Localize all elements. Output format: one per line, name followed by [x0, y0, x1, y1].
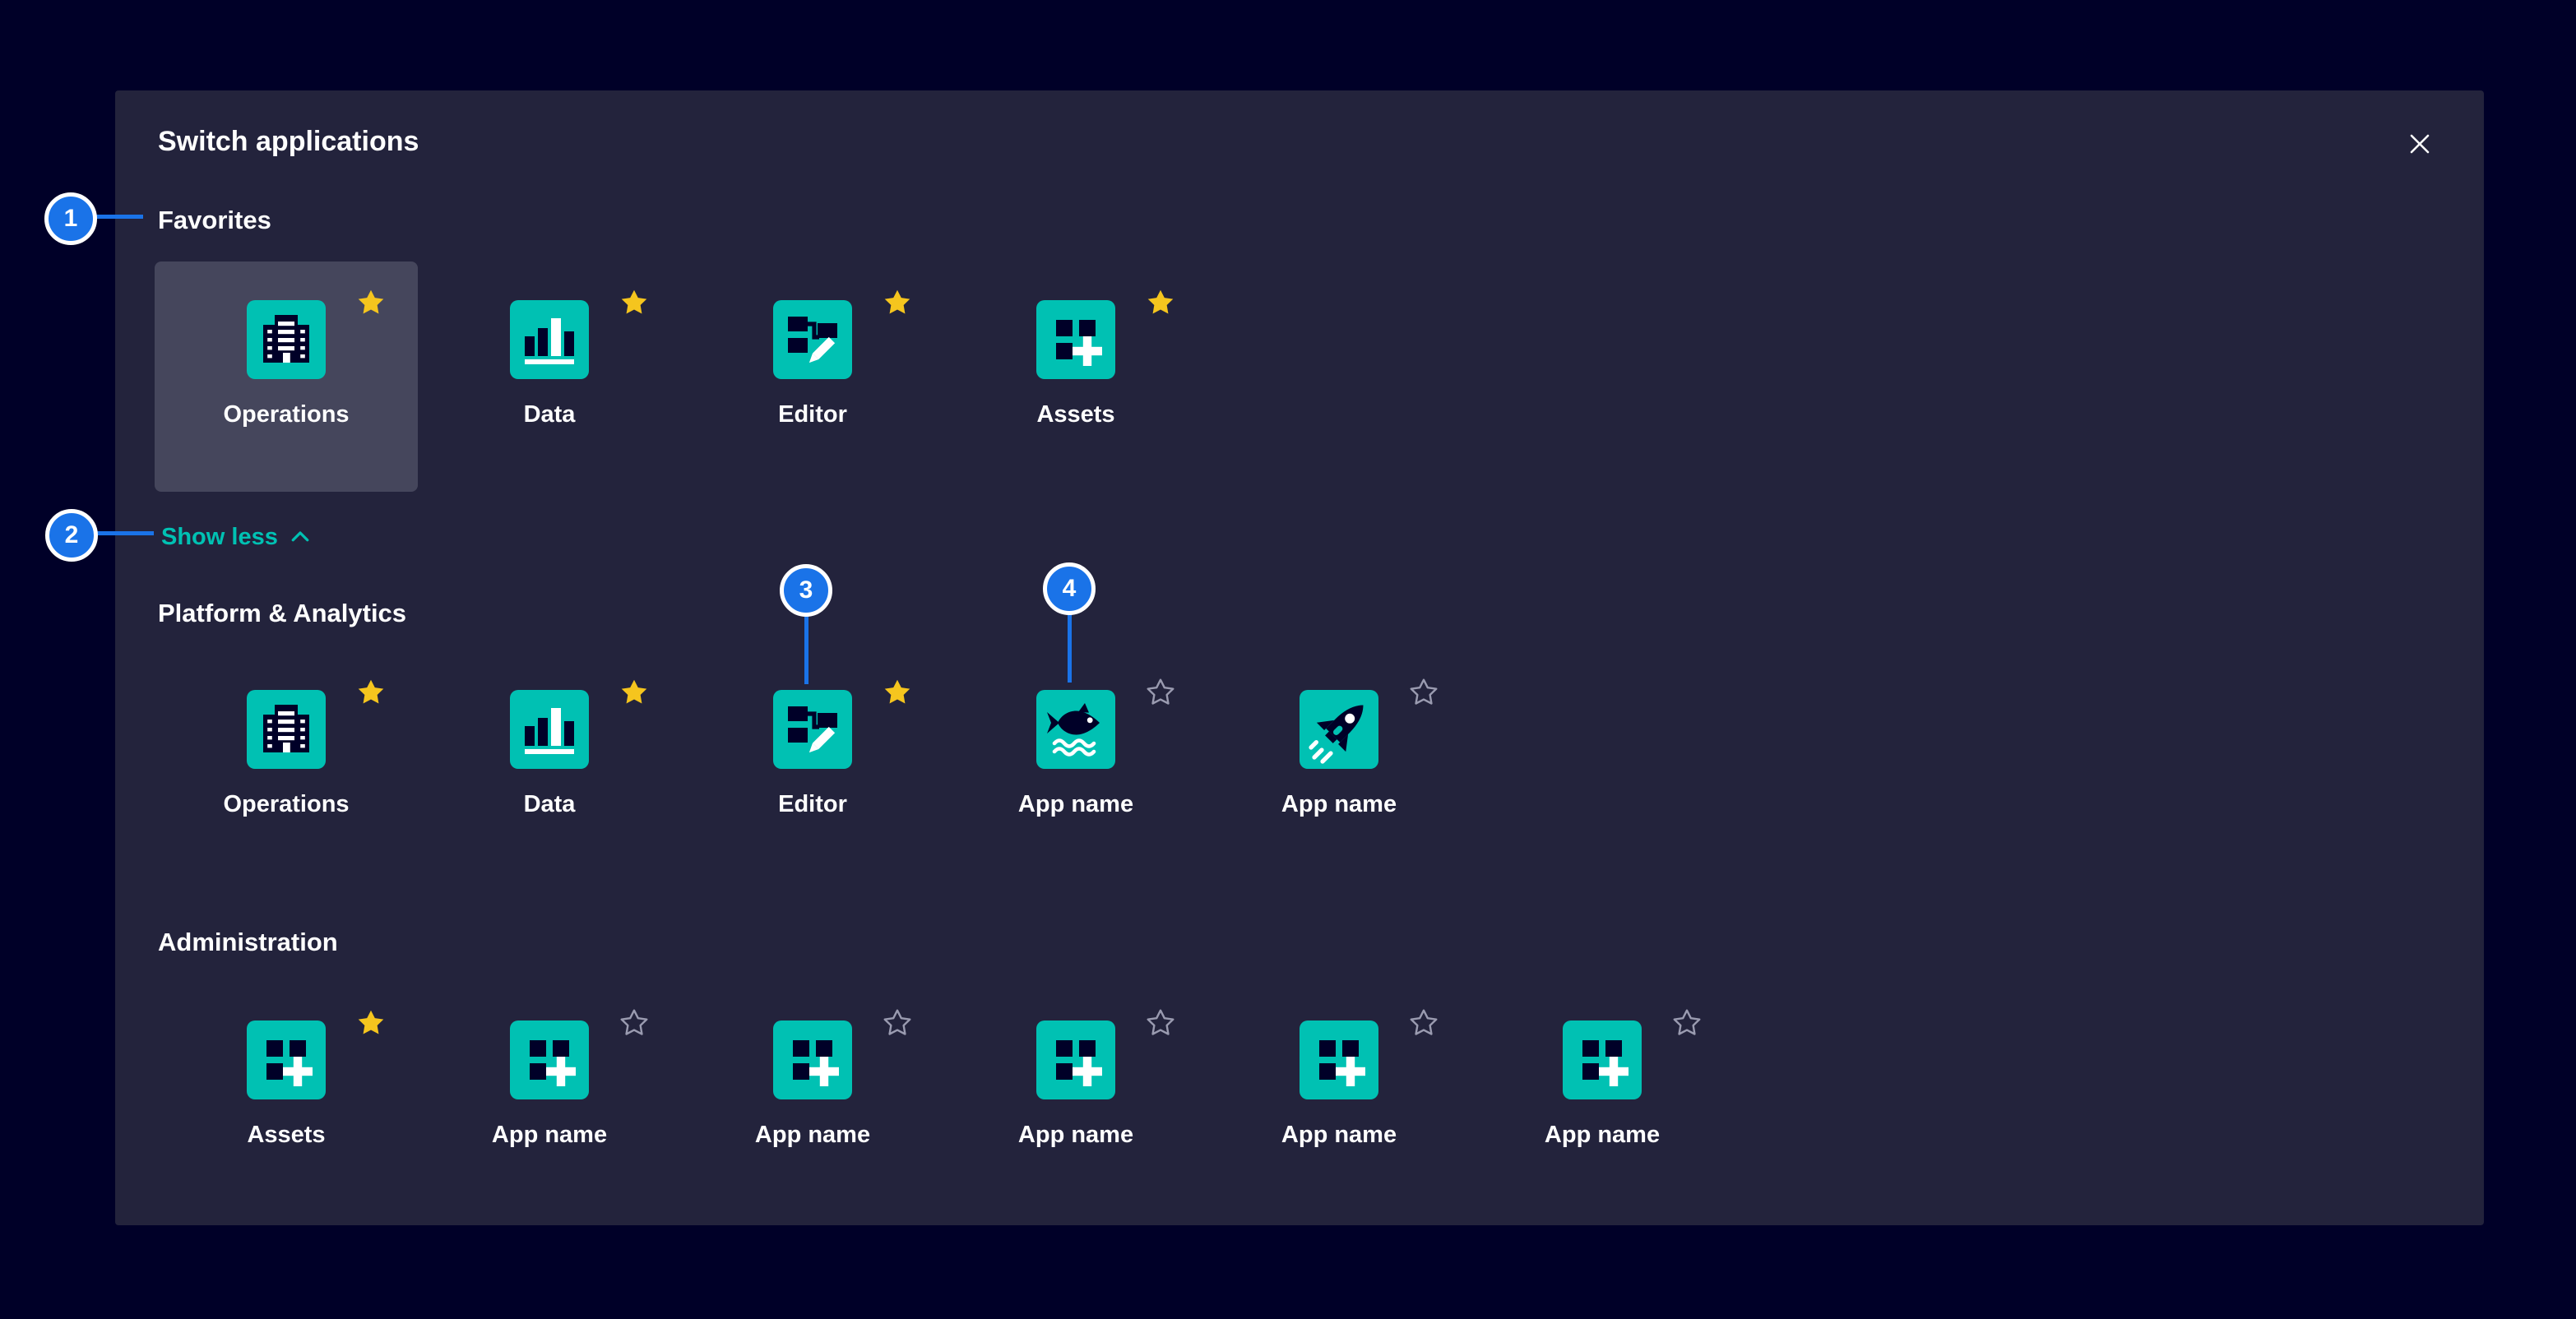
annotation-line-1 — [95, 215, 143, 219]
app-icon-wrap — [247, 690, 326, 769]
app-tile-label: Assets — [155, 1122, 418, 1147]
annotation-marker-2: 2 — [45, 509, 98, 562]
bar-chart-icon — [510, 300, 589, 379]
app-tile-label: Data — [418, 402, 681, 427]
app-icon-wrap — [773, 300, 852, 379]
app-tile-assets[interactable]: Assets — [155, 982, 418, 1212]
app-tile-label: App name — [944, 792, 1207, 817]
app-tile-assets[interactable]: Assets — [944, 261, 1207, 492]
show-less-label: Show less — [161, 523, 278, 551]
app-icon-wrap — [1300, 1020, 1378, 1099]
app-icon-wrap — [1036, 1020, 1115, 1099]
grid-plus-icon — [1300, 1020, 1378, 1099]
app-tile-label: App name — [681, 1122, 944, 1147]
favorite-star-icon[interactable] — [619, 288, 649, 317]
grid-plus-icon — [773, 1020, 852, 1099]
favorite-star-outline-icon[interactable] — [619, 1008, 649, 1038]
section-header-administration: Administration — [158, 928, 2444, 957]
app-icon-wrap — [247, 300, 326, 379]
app-tile-label: App name — [1471, 1122, 1734, 1147]
app-tile-editor[interactable]: Editor — [681, 651, 944, 882]
app-icon-wrap — [247, 1020, 326, 1099]
flowchart-edit-icon — [773, 300, 852, 379]
app-icon-wrap — [773, 1020, 852, 1099]
annotation-line-4 — [1068, 613, 1072, 683]
app-tile-app-name-rocket[interactable]: App name — [1207, 651, 1471, 882]
app-tile-app-name-fish[interactable]: App name — [944, 651, 1207, 882]
app-tile-label: Operations — [155, 792, 418, 817]
fish-icon — [1036, 690, 1115, 769]
app-icon-wrap — [510, 690, 589, 769]
favorite-star-outline-icon[interactable] — [1146, 1008, 1175, 1038]
app-tile-label: Data — [418, 792, 681, 817]
annotation-line-2 — [96, 531, 154, 535]
grid-plus-icon — [1036, 1020, 1115, 1099]
app-tile-operations[interactable]: Operations — [155, 261, 418, 492]
app-icon-wrap — [510, 300, 589, 379]
app-tile-label: App name — [944, 1122, 1207, 1147]
app-icon-wrap — [773, 690, 852, 769]
close-button[interactable] — [2397, 122, 2443, 168]
app-tile-label: Editor — [681, 792, 944, 817]
app-icon-wrap — [1036, 300, 1115, 379]
app-tile-data[interactable]: Data — [418, 261, 681, 492]
grid-plus-icon — [247, 1020, 326, 1099]
show-less-toggle[interactable]: Show less — [161, 523, 313, 551]
app-tile-app-name[interactable]: App name — [418, 982, 681, 1212]
platform-tile-row: Operations Data Editor App name — [155, 651, 2444, 882]
app-icon-wrap — [1300, 690, 1378, 769]
favorite-star-icon[interactable] — [356, 288, 386, 317]
app-icon-wrap — [1036, 690, 1115, 769]
app-tile-label: App name — [418, 1122, 681, 1147]
favorite-star-outline-icon[interactable] — [1672, 1008, 1702, 1038]
building-icon — [247, 690, 326, 769]
section-header-favorites: Favorites — [158, 206, 2444, 235]
app-tile-app-name[interactable]: App name — [944, 982, 1207, 1212]
favorite-star-icon[interactable] — [883, 288, 912, 317]
rocket-icon — [1300, 690, 1378, 769]
app-tile-label: App name — [1207, 792, 1471, 817]
app-tile-app-name[interactable]: App name — [681, 982, 944, 1212]
bar-chart-icon — [510, 690, 589, 769]
app-tile-app-name[interactable]: App name — [1207, 982, 1471, 1212]
switch-applications-dialog: Switch applications Favorites Operations… — [115, 90, 2484, 1225]
annotation-line-3 — [804, 615, 808, 684]
app-tile-operations[interactable]: Operations — [155, 651, 418, 882]
favorite-star-icon[interactable] — [1146, 288, 1175, 317]
app-tile-data[interactable]: Data — [418, 651, 681, 882]
building-icon — [247, 300, 326, 379]
annotation-marker-1: 1 — [44, 192, 97, 245]
flowchart-edit-icon — [773, 690, 852, 769]
app-tile-app-name[interactable]: App name — [1471, 982, 1734, 1212]
annotation-marker-4: 4 — [1043, 562, 1096, 615]
favorite-star-icon[interactable] — [619, 678, 649, 707]
favorites-tile-row: Operations Data Editor Assets — [155, 261, 2444, 492]
favorite-star-outline-icon[interactable] — [883, 1008, 912, 1038]
app-tile-label: Editor — [681, 402, 944, 427]
favorite-star-icon[interactable] — [356, 1008, 386, 1038]
close-icon — [2400, 124, 2439, 166]
administration-tile-row: Assets App name App name App name — [155, 982, 2444, 1212]
favorite-star-outline-icon[interactable] — [1409, 678, 1439, 707]
chevron-up-icon — [288, 525, 313, 549]
favorite-star-icon[interactable] — [883, 678, 912, 707]
grid-plus-icon — [1036, 300, 1115, 379]
section-header-platform-analytics: Platform & Analytics — [158, 599, 2444, 628]
favorite-star-icon[interactable] — [356, 678, 386, 707]
dialog-title: Switch applications — [158, 125, 2444, 158]
grid-plus-icon — [1563, 1020, 1642, 1099]
app-tile-label: Operations — [155, 402, 418, 427]
annotation-marker-3: 3 — [780, 564, 832, 617]
app-tile-label: Assets — [944, 402, 1207, 427]
app-tile-label: App name — [1207, 1122, 1471, 1147]
favorite-star-outline-icon[interactable] — [1146, 678, 1175, 707]
grid-plus-icon — [510, 1020, 589, 1099]
app-tile-editor[interactable]: Editor — [681, 261, 944, 492]
app-icon-wrap — [1563, 1020, 1642, 1099]
favorite-star-outline-icon[interactable] — [1409, 1008, 1439, 1038]
app-icon-wrap — [510, 1020, 589, 1099]
